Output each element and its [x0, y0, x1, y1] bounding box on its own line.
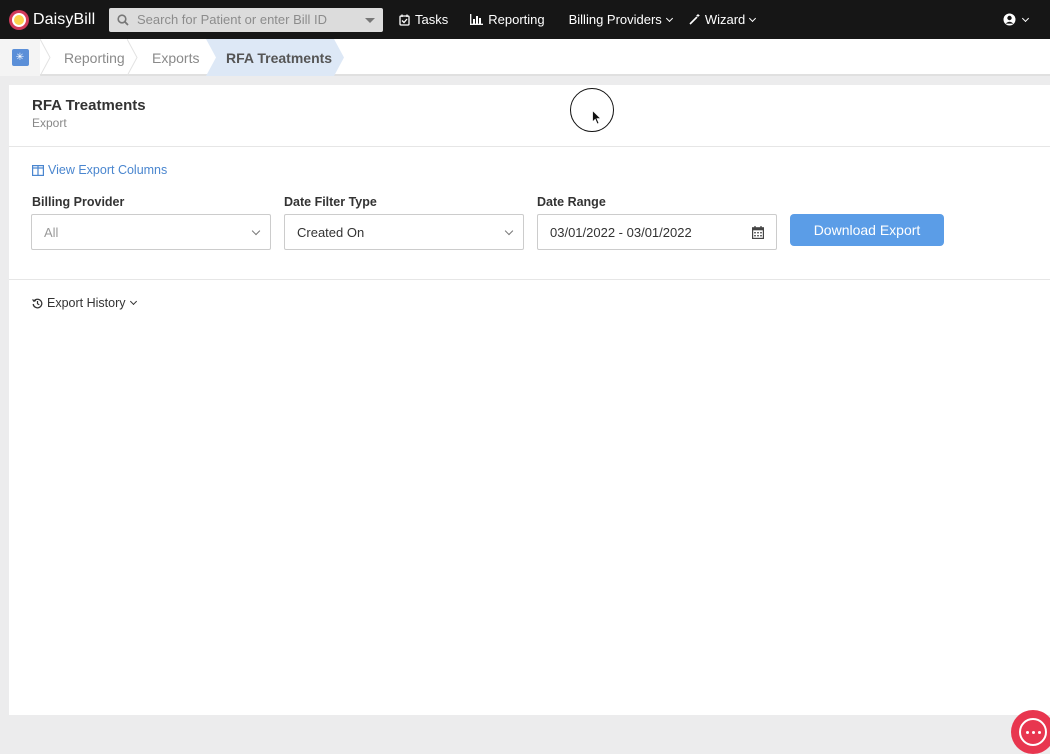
- chevron-down-icon: [749, 14, 757, 22]
- main-panel: RFA Treatments Export View Export Column…: [9, 85, 1050, 715]
- chevron-down-icon: [665, 14, 673, 22]
- search-input[interactable]: [137, 12, 357, 27]
- chevron-down-icon: [251, 226, 261, 236]
- search-icon: [117, 13, 129, 26]
- date-range-input[interactable]: 03/01/2022 - 03/01/2022: [537, 214, 777, 250]
- breadcrumb-reporting[interactable]: Reporting: [64, 39, 125, 76]
- export-history-label: Export History: [47, 296, 126, 310]
- mouse-pointer-icon: [592, 110, 602, 125]
- form-divider: [9, 279, 1050, 280]
- chat-support-button[interactable]: [1011, 710, 1050, 754]
- page-title: RFA Treatments: [32, 97, 146, 114]
- view-export-columns-label: View Export Columns: [48, 163, 168, 177]
- nav-reporting[interactable]: Reporting: [470, 12, 545, 27]
- chevron-down-icon: [504, 226, 514, 236]
- chevron-down-icon: [1021, 14, 1030, 22]
- nav-billing-providers-label: Billing Providers: [568, 12, 662, 27]
- breadcrumb-separator: [127, 39, 138, 76]
- daisy-logo-icon: [9, 9, 29, 30]
- billing-provider-select[interactable]: All: [31, 214, 271, 250]
- tasks-icon: [399, 14, 410, 26]
- breadcrumb-current: RFA Treatments: [206, 39, 344, 76]
- nav-reporting-label: Reporting: [488, 12, 545, 27]
- breadcrumb-exports[interactable]: Exports: [152, 39, 199, 76]
- page-subtitle: Export: [32, 116, 67, 130]
- date-filter-type-label: Date Filter Type: [284, 195, 377, 209]
- top-navbar: DaisyBill Tasks Reporting Billing Provid…: [0, 0, 1050, 39]
- nav-tasks-label: Tasks: [415, 12, 449, 27]
- search-box[interactable]: [109, 7, 383, 32]
- brand[interactable]: DaisyBill: [9, 9, 103, 30]
- nav-wizard[interactable]: Wizard: [689, 12, 757, 27]
- calendar-icon[interactable]: [752, 226, 764, 239]
- bar-chart-icon: [470, 14, 484, 25]
- header-divider: [9, 146, 1050, 147]
- chat-icon: [1019, 718, 1047, 746]
- breadcrumb: ✳ Reporting Exports RFA Treatments: [0, 39, 1050, 76]
- search-dropdown-icon[interactable]: [365, 17, 375, 23]
- history-icon: [32, 298, 43, 308]
- breadcrumb-separator: [40, 39, 51, 76]
- download-export-button[interactable]: Download Export: [790, 214, 944, 246]
- date-filter-type-select[interactable]: Created On: [284, 214, 524, 250]
- nav-billing-providers[interactable]: Billing Providers: [568, 12, 673, 27]
- breadcrumb-home[interactable]: ✳: [0, 39, 40, 76]
- nav-tasks[interactable]: Tasks: [399, 12, 448, 27]
- billing-provider-value: All: [44, 224, 59, 240]
- nav-wizard-label: Wizard: [704, 12, 746, 27]
- magic-wand-icon: [689, 14, 700, 25]
- chevron-down-icon: [129, 297, 137, 306]
- date-range-label: Date Range: [537, 195, 606, 209]
- user-circle-icon: [1003, 13, 1016, 26]
- columns-icon: [32, 164, 44, 176]
- date-range-value: 03/01/2022 - 03/01/2022: [550, 224, 692, 240]
- export-history-toggle[interactable]: Export History: [32, 296, 137, 310]
- user-menu[interactable]: [1003, 13, 1030, 26]
- view-export-columns-link[interactable]: View Export Columns: [32, 163, 167, 177]
- brand-name: DaisyBill: [33, 10, 96, 28]
- billing-provider-label: Billing Provider: [32, 195, 125, 209]
- date-filter-type-value: Created On: [297, 224, 365, 240]
- home-app-icon: ✳: [11, 49, 29, 66]
